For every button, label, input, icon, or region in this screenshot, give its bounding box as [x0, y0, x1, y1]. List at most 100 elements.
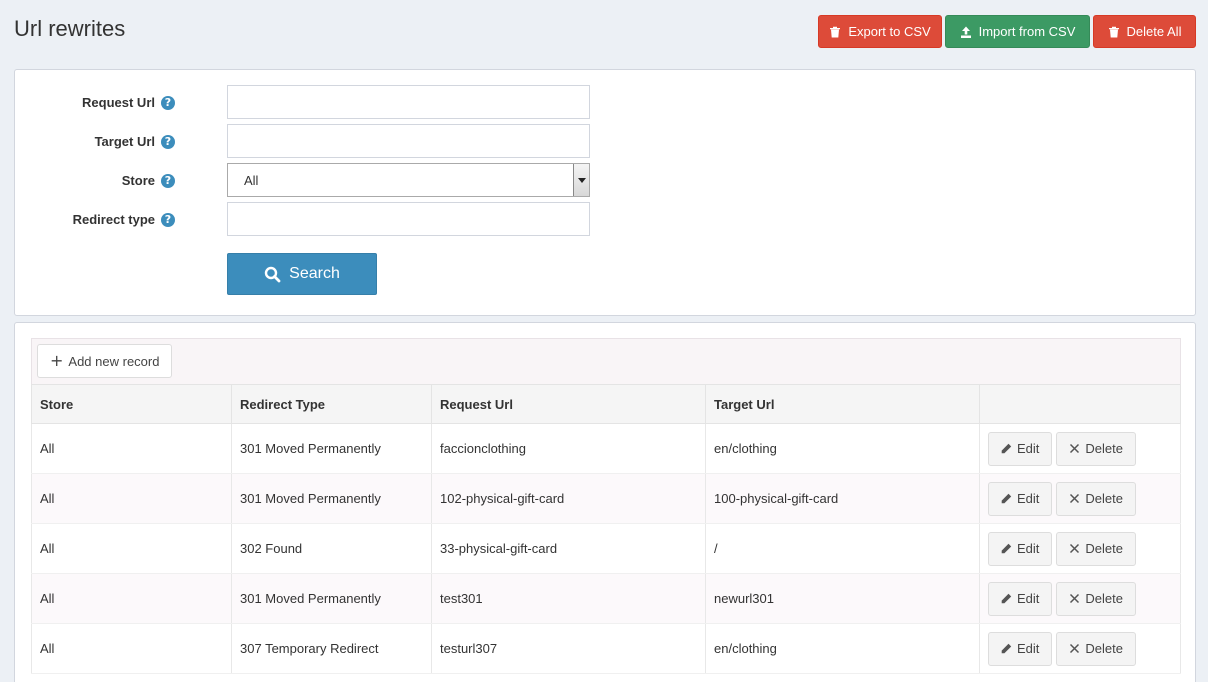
table-row: All 301 Moved Permanently faccionclothin…: [31, 423, 1181, 474]
cell-actions: Edit Delete: [979, 623, 1181, 674]
cell-request-url: faccionclothing: [431, 423, 706, 474]
close-icon: [1070, 643, 1080, 654]
close-icon: [1070, 493, 1080, 504]
close-icon: [1070, 543, 1080, 554]
trash-icon: [1108, 26, 1119, 37]
cell-target-url: en/clothing: [705, 423, 980, 474]
pencil-icon: [1001, 443, 1012, 454]
cell-redirect-type: 301 Moved Permanently: [231, 573, 432, 624]
cell-request-url: 102-physical-gift-card: [431, 473, 706, 524]
search-button-label: Search: [289, 265, 340, 282]
table-row: All 301 Moved Permanently 102-physical-g…: [31, 473, 1181, 524]
cell-redirect-type: 301 Moved Permanently: [231, 473, 432, 524]
delete-button-label: Delete: [1085, 641, 1123, 656]
edit-button-label: Edit: [1017, 641, 1040, 656]
add-new-record-button[interactable]: + Add new record: [37, 344, 173, 378]
cell-store: All: [31, 423, 232, 474]
pencil-icon: [1001, 493, 1012, 504]
question-circle-icon[interactable]: ?: [161, 212, 175, 227]
search-button[interactable]: Search: [227, 253, 377, 295]
cell-store: All: [31, 573, 232, 624]
redirect-type-input[interactable]: [227, 202, 590, 236]
store-label-text: Store: [121, 173, 155, 188]
delete-button[interactable]: Delete: [1056, 531, 1136, 566]
delete-button[interactable]: Delete: [1056, 631, 1136, 666]
column-header-request-url[interactable]: Request Url: [431, 384, 706, 424]
target-url-input[interactable]: [227, 124, 590, 158]
delete-button[interactable]: Delete: [1056, 581, 1136, 616]
cell-actions: Edit Delete: [979, 473, 1181, 524]
redirect-type-label: Redirect type ?: [73, 212, 175, 227]
edit-button-label: Edit: [1017, 591, 1040, 606]
target-url-label: Target Url ?: [95, 134, 175, 149]
page-title: Url rewrites: [14, 16, 126, 41]
table-row: All 307 Temporary Redirect testurl307 en…: [31, 623, 1181, 674]
delete-button-label: Delete: [1085, 541, 1123, 556]
edit-button[interactable]: Edit: [988, 481, 1053, 516]
request-url-input[interactable]: [227, 85, 590, 119]
question-circle-icon[interactable]: ?: [161, 134, 175, 149]
edit-button-label: Edit: [1017, 441, 1040, 456]
cell-redirect-type: 301 Moved Permanently: [231, 423, 432, 474]
edit-button[interactable]: Edit: [988, 531, 1053, 566]
edit-button-label: Edit: [1017, 541, 1040, 556]
plus-icon: +: [50, 351, 64, 370]
edit-button[interactable]: Edit: [988, 631, 1053, 666]
table-row: All 302 Found 33-physical-gift-card / Ed…: [31, 523, 1181, 574]
redirect-type-label-text: Redirect type: [72, 212, 155, 227]
delete-button-label: Delete: [1085, 491, 1123, 506]
cell-actions: Edit Delete: [979, 423, 1181, 474]
column-header-actions: [979, 384, 1181, 424]
search-panel: Request Url ? Target Url ? Store ? All R…: [14, 69, 1196, 316]
pencil-icon: [1001, 643, 1012, 654]
cell-redirect-type: 307 Temporary Redirect: [231, 623, 432, 674]
table-row: All 301 Moved Permanently test301 newurl…: [31, 573, 1181, 624]
cell-request-url: test301: [431, 573, 706, 624]
export-csv-button[interactable]: Export to CSV: [818, 15, 942, 48]
cell-target-url: en/clothing: [705, 623, 980, 674]
export-csv-label: Export to CSV: [848, 24, 931, 39]
search-icon: [264, 266, 281, 282]
cell-target-url: /: [705, 523, 980, 574]
import-csv-button[interactable]: Import from CSV: [945, 15, 1090, 48]
upload-icon: [960, 26, 971, 38]
column-header-store[interactable]: Store: [31, 384, 232, 424]
trash-icon: [830, 26, 841, 37]
cell-store: All: [31, 623, 232, 674]
cell-request-url: 33-physical-gift-card: [431, 523, 706, 574]
store-select-value: All: [244, 172, 259, 188]
delete-all-button[interactable]: Delete All: [1093, 15, 1196, 48]
cell-target-url: newurl301: [705, 573, 980, 624]
store-select[interactable]: All: [227, 163, 590, 197]
add-new-record-label: Add new record: [68, 353, 160, 369]
url-rewrites-table: Store Redirect Type Request Url Target U…: [31, 384, 1181, 674]
table-header-row: Store Redirect Type Request Url Target U…: [31, 384, 1181, 424]
cell-store: All: [31, 473, 232, 524]
edit-button-label: Edit: [1017, 491, 1040, 506]
delete-button-label: Delete: [1085, 441, 1123, 456]
cell-target-url: 100-physical-gift-card: [705, 473, 980, 524]
import-csv-label: Import from CSV: [978, 24, 1076, 39]
request-url-label: Request Url ?: [82, 95, 175, 110]
delete-button[interactable]: Delete: [1056, 431, 1136, 466]
close-icon: [1070, 443, 1080, 454]
chevron-down-icon[interactable]: [573, 164, 589, 196]
close-icon: [1070, 593, 1080, 604]
grid-panel: + Add new record Store Redirect Type Req…: [14, 322, 1196, 682]
target-url-label-text: Target Url: [94, 134, 155, 149]
cell-actions: Edit Delete: [979, 573, 1181, 624]
column-header-target-url[interactable]: Target Url: [705, 384, 980, 424]
request-url-label-text: Request Url: [82, 95, 155, 110]
store-label: Store ?: [122, 173, 175, 188]
cell-redirect-type: 302 Found: [231, 523, 432, 574]
question-circle-icon[interactable]: ?: [161, 173, 175, 188]
delete-button-label: Delete: [1085, 591, 1123, 606]
delete-button[interactable]: Delete: [1056, 481, 1136, 516]
cell-store: All: [31, 523, 232, 574]
edit-button[interactable]: Edit: [988, 431, 1053, 466]
delete-all-label: Delete All: [1126, 24, 1182, 39]
question-circle-icon[interactable]: ?: [161, 95, 175, 110]
edit-button[interactable]: Edit: [988, 581, 1053, 616]
column-header-redirect-type[interactable]: Redirect Type: [231, 384, 432, 424]
grid-toolbar: + Add new record: [31, 338, 1181, 384]
